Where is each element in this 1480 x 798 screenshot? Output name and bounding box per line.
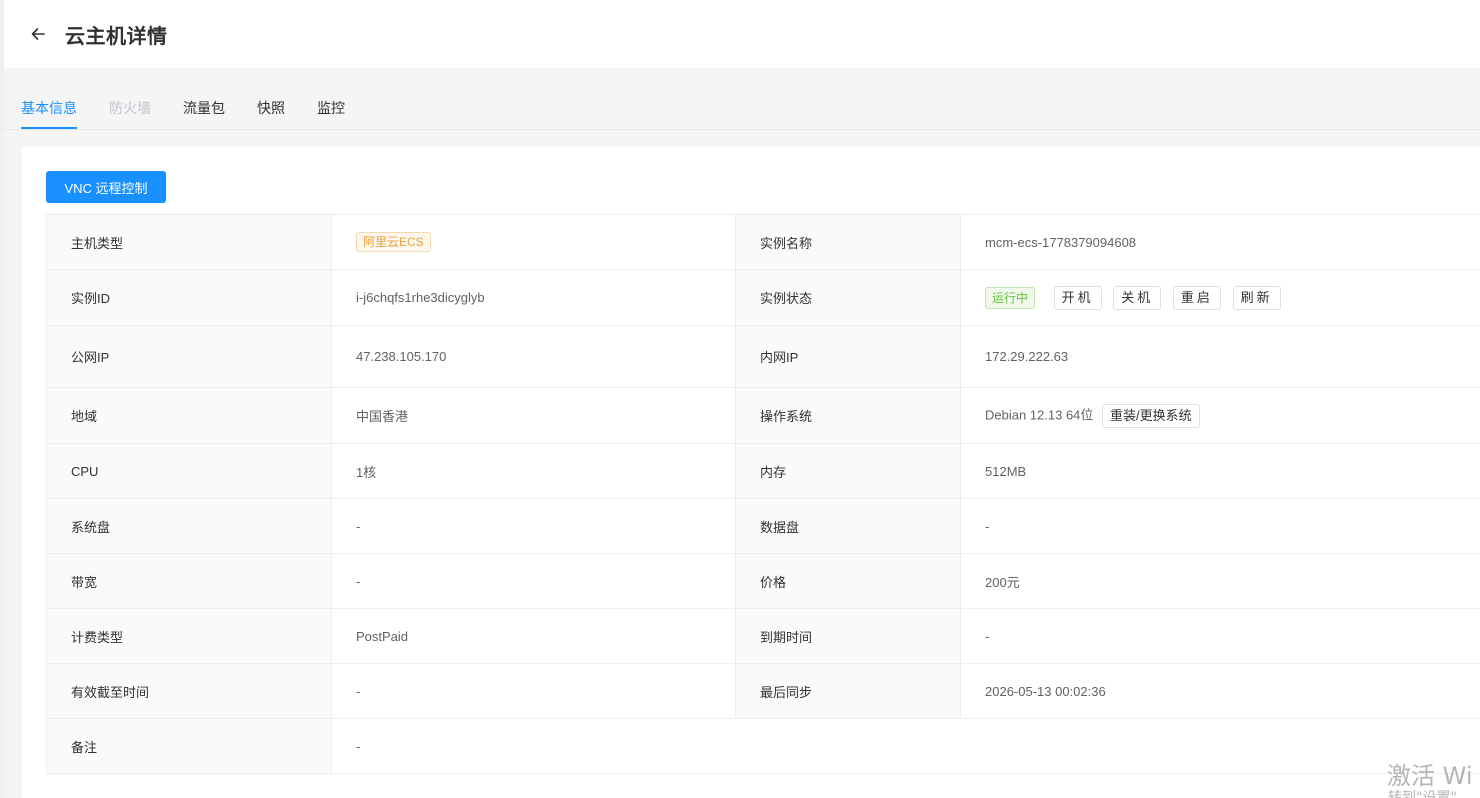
public-ip-value: 47.238.105.170 (331, 325, 736, 388)
private-ip-label: 内网IP (735, 325, 961, 388)
remark-label: 备注 (46, 718, 332, 774)
reboot-button[interactable]: 重启 (1172, 285, 1221, 310)
instance-status-cell: 运行中 开机 关机 重启 刷新 (960, 269, 1480, 326)
public-ip-label: 公网IP (46, 325, 332, 388)
tab-basic-info[interactable]: 基本信息 (21, 98, 77, 118)
remark-value: - (331, 718, 1480, 774)
os-value: Debian 12.13 64位 (985, 406, 1094, 422)
expire-time-label: 到期时间 (735, 608, 961, 664)
instance-id-label: 实例ID (46, 269, 332, 326)
reinstall-os-button[interactable]: 重装/更换系统 (1102, 403, 1200, 428)
memory-label: 内存 (735, 443, 961, 499)
status-badge: 运行中 (985, 286, 1036, 309)
stop-button[interactable]: 关机 (1113, 285, 1162, 310)
tab-snapshot[interactable]: 快照 (257, 98, 285, 118)
start-button[interactable]: 开机 (1053, 285, 1102, 310)
last-sync-label: 最后同步 (735, 663, 961, 719)
price-value: 200元 (960, 553, 1480, 609)
region-value: 中国香港 (331, 387, 736, 444)
windows-activation-watermark: 激活 Wi (1387, 762, 1473, 790)
memory-value: 512MB (960, 443, 1480, 499)
table-row: 备注 - (46, 718, 1480, 774)
cpu-label: CPU (46, 443, 332, 499)
billing-type-value: PostPaid (331, 608, 736, 664)
valid-until-value: - (331, 663, 736, 719)
detail-card: VNC 远程控制 主机类型 阿里云ECS 实例名称 mcm-ecs-177837… (22, 147, 1480, 798)
table-row: 公网IP 47.238.105.170 内网IP 172.29.222.63 (46, 325, 1480, 388)
bandwidth-value: - (331, 553, 736, 609)
tab-monitor[interactable]: 监控 (317, 98, 345, 118)
private-ip-value: 172.29.222.63 (960, 325, 1480, 388)
page: 云主机详情 基本信息 防火墙 流量包 快照 监控 VNC 远程控制 主机类型 阿… (0, 0, 1480, 798)
page-header: 云主机详情 (4, 0, 1480, 68)
data-disk-label: 数据盘 (735, 498, 961, 554)
bandwidth-label: 带宽 (46, 553, 332, 609)
windows-activation-hint: 转到"设置" (1388, 790, 1457, 798)
back-arrow-icon[interactable] (26, 22, 50, 46)
table-row: 主机类型 阿里云ECS 实例名称 mcm-ecs-1778379094608 (46, 214, 1480, 270)
expire-time-value: - (960, 608, 1480, 664)
refresh-button[interactable]: 刷新 (1232, 285, 1281, 310)
table-row: CPU 1核 内存 512MB (46, 443, 1480, 499)
tab-traffic-package[interactable]: 流量包 (183, 98, 225, 118)
cpu-value: 1核 (331, 443, 736, 499)
table-row: 有效截至时间 - 最后同步 2026-05-13 00:02:36 (46, 663, 1480, 719)
page-title: 云主机详情 (65, 25, 168, 48)
data-disk-value: - (960, 498, 1480, 554)
detail-table: 主机类型 阿里云ECS 实例名称 mcm-ecs-1778379094608 实… (46, 214, 1480, 774)
host-type-cell: 阿里云ECS (331, 214, 736, 270)
instance-name-label: 实例名称 (735, 214, 961, 270)
table-row: 带宽 - 价格 200元 (46, 553, 1480, 609)
host-type-label: 主机类型 (46, 214, 332, 270)
instance-name-value: mcm-ecs-1778379094608 (960, 214, 1480, 270)
table-row: 系统盘 - 数据盘 - (46, 498, 1480, 554)
host-type-tag: 阿里云ECS (356, 232, 431, 252)
valid-until-label: 有效截至时间 (46, 663, 332, 719)
table-row: 地域 中国香港 操作系统 Debian 12.13 64位 重装/更换系统 (46, 387, 1480, 444)
table-row: 计费类型 PostPaid 到期时间 - (46, 608, 1480, 664)
active-tab-indicator (21, 127, 77, 129)
price-label: 价格 (735, 553, 961, 609)
billing-type-label: 计费类型 (46, 608, 332, 664)
instance-status-label: 实例状态 (735, 269, 961, 326)
os-label: 操作系统 (735, 387, 961, 444)
table-row: 实例ID i-j6chqfs1rhe3dicyglyb 实例状态 运行中 开机 … (46, 269, 1480, 326)
os-cell: Debian 12.13 64位 重装/更换系统 (960, 387, 1480, 444)
tab-firewall[interactable]: 防火墙 (109, 98, 151, 118)
tab-bar: 基本信息 防火墙 流量包 快照 监控 (4, 68, 1480, 130)
last-sync-value: 2026-05-13 00:02:36 (960, 663, 1480, 719)
system-disk-value: - (331, 498, 736, 554)
system-disk-label: 系统盘 (46, 498, 332, 554)
instance-id-value: i-j6chqfs1rhe3dicyglyb (331, 269, 736, 326)
vnc-remote-control-button[interactable]: VNC 远程控制 (46, 171, 166, 203)
region-label: 地域 (46, 387, 332, 444)
